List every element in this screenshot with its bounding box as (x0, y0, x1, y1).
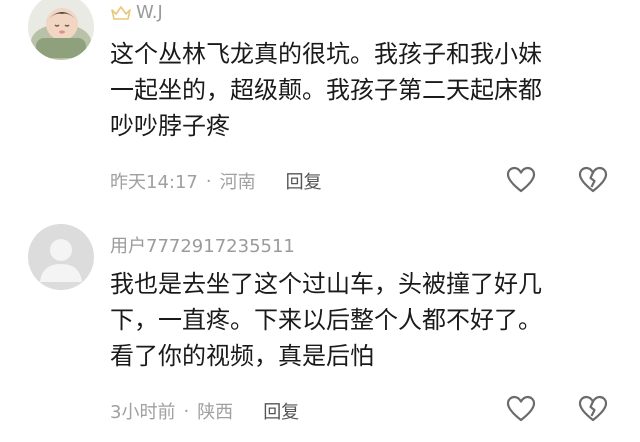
comment-meta: 3小时前 · 陕西 回复 (110, 398, 299, 424)
comment-text-line: 一起坐的，超级颠。我孩子第二天起床都 (110, 76, 542, 104)
broken-heart-icon[interactable] (578, 165, 608, 195)
comment-location: 河南 (219, 172, 256, 193)
heart-outline-icon[interactable] (506, 165, 536, 195)
username-text: W.J (136, 2, 163, 23)
reply-button[interactable]: 回复 (286, 168, 322, 194)
meta-separator: · (183, 400, 190, 422)
meta-separator: · (205, 170, 212, 192)
username[interactable]: 用户7772917235511 (110, 232, 295, 258)
baby-sleeping-avatar-icon (28, 0, 94, 60)
username-text: 用户7772917235511 (110, 236, 295, 257)
comment-meta: 昨天14:17 · 河南 回复 (110, 168, 322, 194)
avatar[interactable] (28, 224, 94, 290)
comment-text: 这个丛林飞龙真的很坑。我孩子和我小妹 一起坐的，超级颠。我孩子第二天起床都 吵吵… (110, 36, 610, 144)
comment-item: W.J 这个丛林飞龙真的很坑。我孩子和我小妹 一起坐的，超级颠。我孩子第二天起床… (0, 0, 640, 215)
comment-time: 3小时前 (110, 402, 176, 423)
heart-outline-icon[interactable] (506, 394, 536, 424)
comment-text: 我也是去坐了这个过山车，头被撞了好几 下，一直疼。下来以后整个人都不好了。 看了… (110, 266, 610, 374)
comment-location: 陕西 (197, 402, 234, 423)
comment-text-line: 下，一直疼。下来以后整个人都不好了。 (110, 306, 542, 334)
broken-heart-icon[interactable] (578, 394, 608, 424)
comment-text-line: 看了你的视频，真是后怕 (110, 342, 374, 370)
comment-text-line: 我也是去坐了这个过山车，头被撞了好几 (110, 270, 542, 298)
crown-icon (110, 5, 132, 21)
comment-text-line: 吵吵脖子疼 (110, 112, 230, 140)
username[interactable]: W.J (110, 2, 163, 23)
reply-button[interactable]: 回复 (263, 398, 299, 424)
comment-item: 用户7772917235511 我也是去坐了这个过山车，头被撞了好几 下，一直疼… (0, 220, 640, 442)
comment-text-line: 这个丛林飞龙真的很坑。我孩子和我小妹 (110, 40, 542, 68)
comment-time: 昨天14:17 (110, 172, 198, 193)
avatar[interactable] (28, 0, 94, 60)
default-user-avatar-icon (28, 224, 94, 290)
